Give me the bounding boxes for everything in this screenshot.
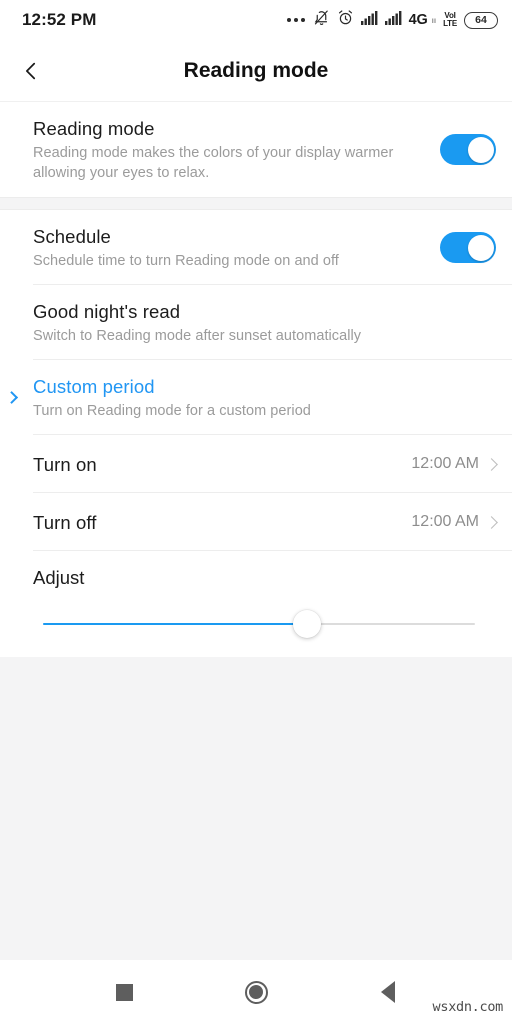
row-schedule-text: Schedule Schedule time to turn Reading m… bbox=[33, 224, 440, 271]
status-time: 12:52 PM bbox=[22, 10, 97, 29]
row-adjust: Adjust bbox=[0, 551, 512, 657]
row-reading-mode[interactable]: Reading mode Reading mode makes the colo… bbox=[0, 102, 512, 197]
row-custom-period-text: Custom period Turn on Reading mode for a… bbox=[33, 374, 496, 421]
toggle-schedule[interactable] bbox=[440, 232, 496, 263]
selected-chevron-icon bbox=[5, 390, 19, 404]
back-button[interactable] bbox=[0, 40, 62, 102]
status-bar: 12:52 PM 4G ıı VoI LTE 64 bbox=[0, 0, 512, 40]
adjust-label: Adjust bbox=[33, 567, 85, 588]
row-turn-off[interactable]: Turn off 12:00 AM bbox=[0, 493, 512, 551]
row-custom-period-title: Custom period bbox=[33, 376, 155, 397]
navigation-bar: wsxdn.com bbox=[0, 960, 512, 1024]
notification-muted-icon bbox=[313, 9, 330, 31]
status-icon-group: 4G ıı VoI LTE 64 bbox=[286, 9, 498, 31]
slider-thumb[interactable] bbox=[292, 610, 321, 638]
adjust-slider[interactable] bbox=[43, 610, 475, 638]
more-dots-icon bbox=[286, 18, 305, 22]
volte-bottom-label: LTE bbox=[443, 19, 457, 28]
row-turn-off-title: Turn off bbox=[33, 511, 97, 533]
row-turn-on-text: Turn on bbox=[33, 452, 411, 477]
row-reading-mode-subtitle: Reading mode makes the colors of your di… bbox=[33, 145, 394, 181]
row-schedule[interactable]: Schedule Schedule time to turn Reading m… bbox=[0, 210, 512, 285]
signal-bars-sim2-icon bbox=[384, 10, 402, 30]
row-turn-on[interactable]: Turn on 12:00 AM bbox=[0, 435, 512, 493]
recents-button[interactable] bbox=[97, 965, 151, 1019]
settings-content: Reading mode Reading mode makes the colo… bbox=[0, 102, 512, 960]
row-schedule-subtitle: Schedule time to turn Reading mode on an… bbox=[33, 253, 339, 269]
volte-icon: VoI LTE bbox=[443, 11, 457, 29]
row-schedule-title: Schedule bbox=[33, 226, 111, 247]
app-bar: Reading mode bbox=[0, 40, 512, 102]
signal-bars-sim1-icon bbox=[360, 10, 378, 30]
alarm-clock-icon bbox=[337, 9, 354, 31]
slider-fill bbox=[43, 622, 307, 626]
toggle-knob bbox=[467, 136, 494, 163]
page-title: Reading mode bbox=[183, 58, 329, 82]
section-reading-mode: Reading mode Reading mode makes the colo… bbox=[0, 102, 512, 197]
section-schedule: Schedule Schedule time to turn Reading m… bbox=[0, 210, 512, 657]
row-good-nights-read-subtitle: Switch to Reading mode after sunset auto… bbox=[33, 328, 362, 344]
back-nav-button[interactable] bbox=[361, 965, 415, 1019]
toggle-knob bbox=[467, 234, 494, 261]
square-icon bbox=[115, 983, 133, 1001]
battery-icon: 64 bbox=[464, 11, 498, 29]
chevron-right-icon bbox=[485, 515, 498, 529]
chevron-right-icon bbox=[485, 457, 498, 471]
circle-icon bbox=[244, 980, 268, 1004]
row-turn-on-title: Turn on bbox=[33, 453, 97, 475]
battery-level-label: 64 bbox=[475, 14, 487, 26]
section-gap bbox=[0, 197, 512, 210]
row-reading-mode-text: Reading mode Reading mode makes the colo… bbox=[33, 116, 440, 183]
row-good-nights-read-title: Good night's read bbox=[33, 301, 181, 322]
row-turn-off-value: 12:00 AM bbox=[411, 513, 479, 530]
triangle-left-icon bbox=[381, 981, 395, 1003]
row-good-nights-read-text: Good night's read Switch to Reading mode… bbox=[33, 299, 496, 346]
row-custom-period[interactable]: Custom period Turn on Reading mode for a… bbox=[0, 360, 512, 435]
row-good-nights-read[interactable]: Good night's read Switch to Reading mode… bbox=[0, 285, 512, 360]
phone-screen: 12:52 PM 4G ıı VoI LTE 64 Reading mode R… bbox=[0, 0, 512, 1024]
toggle-reading-mode[interactable] bbox=[440, 134, 496, 165]
home-button[interactable] bbox=[229, 965, 283, 1019]
network-activity-icon: ıı bbox=[431, 15, 437, 25]
row-turn-on-value: 12:00 AM bbox=[411, 455, 479, 472]
row-custom-period-subtitle: Turn on Reading mode for a custom period bbox=[33, 403, 311, 419]
row-reading-mode-title: Reading mode bbox=[33, 118, 155, 139]
back-chevron-icon bbox=[26, 62, 36, 79]
watermark: wsxdn.com bbox=[432, 999, 504, 1015]
network-type-label: 4G bbox=[408, 12, 428, 28]
row-turn-off-text: Turn off bbox=[33, 510, 411, 535]
